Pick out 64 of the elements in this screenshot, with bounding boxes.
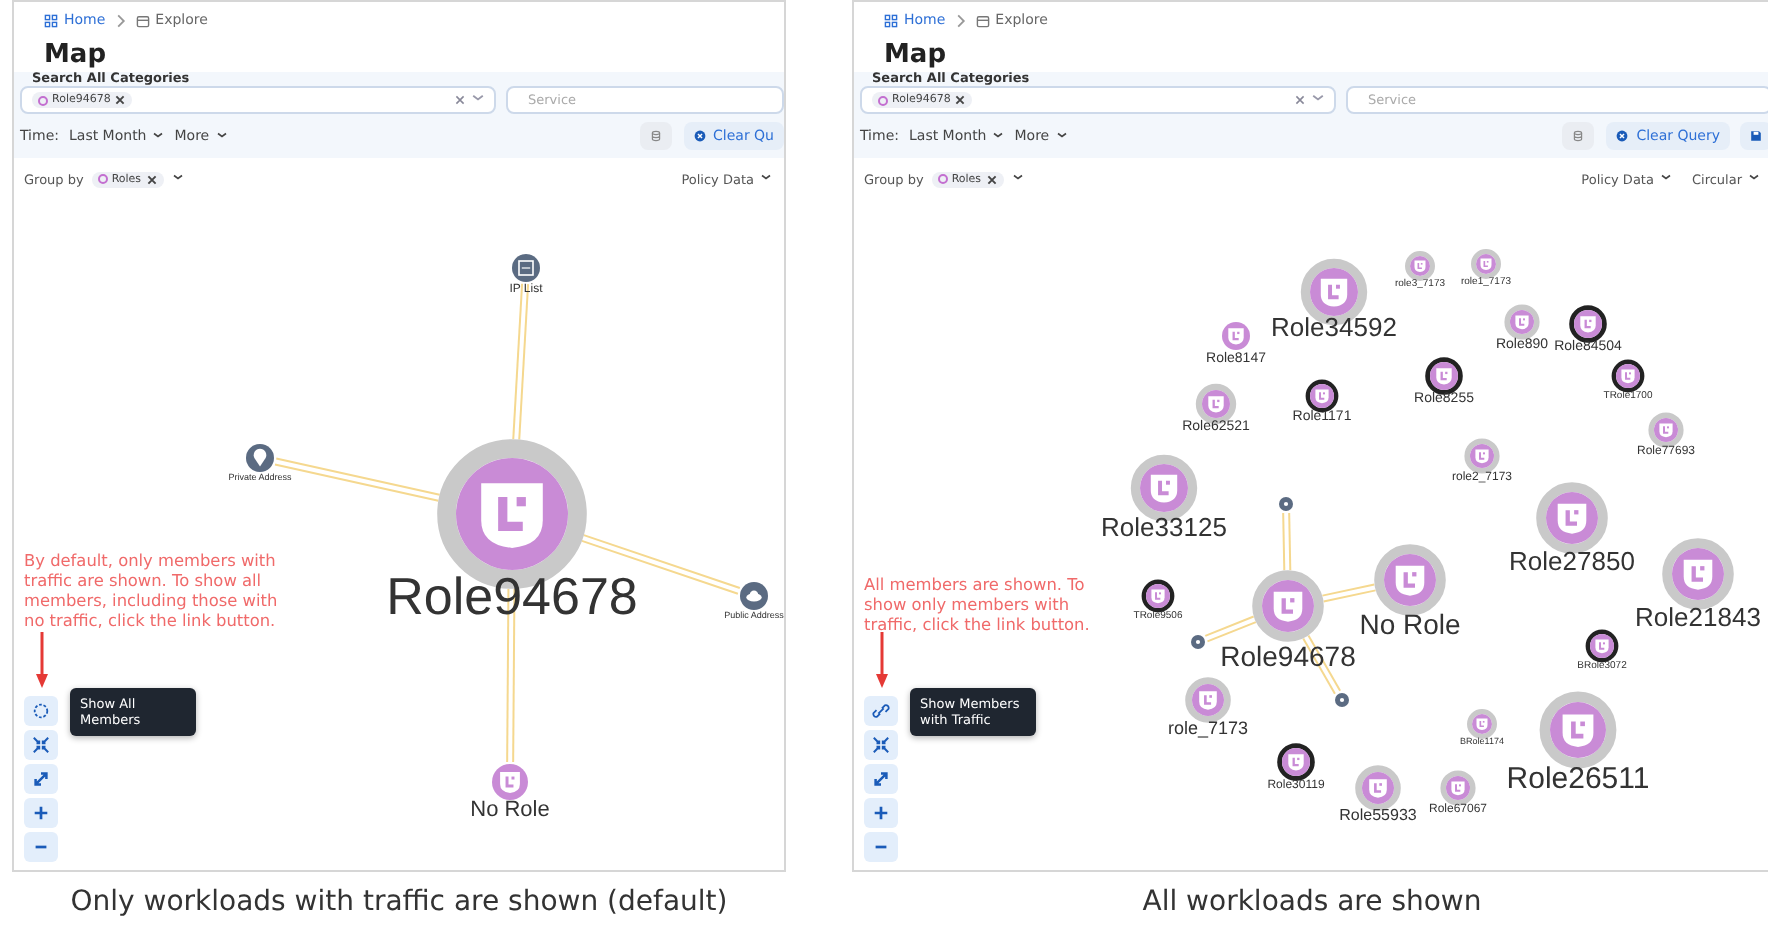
page-title: Map — [882, 39, 949, 72]
chevron-down-icon — [152, 131, 165, 142]
remove-icon — [114, 94, 127, 107]
show-all-button[interactable] — [24, 696, 58, 726]
chevron-right-icon — [953, 13, 968, 28]
chevron-down-icon — [1055, 131, 1068, 142]
caption: Only workloads with traffic are shown (default) — [70, 886, 728, 918]
node-label: Role27850 — [1509, 546, 1635, 576]
zoom-in-button[interactable] — [24, 798, 58, 828]
node-label: Role94678 — [386, 566, 638, 626]
chevron-down-icon — [215, 131, 228, 142]
pointer-arrow — [36, 632, 48, 688]
link-icon — [872, 702, 890, 720]
remove-icon — [985, 173, 998, 186]
chevron-down-icon — [760, 174, 772, 185]
grid-icon — [44, 13, 58, 28]
annotation-text: All members are shown. To show only members with traffic, click the link button. — [864, 574, 1092, 634]
dashed-circle-icon — [32, 702, 50, 720]
node-label: Role55933 — [1339, 806, 1417, 824]
node-label: Role94678 — [1220, 640, 1356, 672]
chevron-down-icon — [171, 174, 184, 185]
node-label: Role26511 — [1506, 762, 1650, 796]
node-label: Role21843 — [1635, 602, 1761, 632]
database-button[interactable] — [1562, 122, 1595, 151]
collapse-arrows-icon — [872, 736, 890, 754]
calendar-icon — [975, 13, 990, 28]
node-label: role_7173 — [1167, 718, 1249, 738]
node-label: No Role — [1359, 608, 1461, 640]
node-label: No Role — [470, 798, 550, 822]
calendar-icon — [135, 13, 150, 28]
database-button[interactable] — [639, 122, 672, 151]
expand-button[interactable] — [24, 764, 58, 794]
plus-icon — [872, 804, 890, 822]
grid-icon — [884, 13, 898, 28]
remove-icon — [145, 173, 158, 186]
zoom-in-button[interactable] — [864, 798, 898, 828]
caption: All workloads are shown — [1142, 886, 1482, 918]
fit-view-button[interactable] — [24, 730, 58, 760]
link-button[interactable] — [864, 696, 898, 726]
annotation-text: By default, only members with traffic are shown. To show all members, including those with no traffic, click the link button. — [24, 550, 280, 630]
clear-icon — [693, 130, 706, 143]
node-label: Role33125 — [1101, 512, 1227, 542]
database-icon — [1572, 130, 1585, 143]
chevron-down-icon — [1011, 174, 1024, 185]
expand-button[interactable] — [864, 764, 898, 794]
collapse-arrows-icon — [32, 736, 50, 754]
save-icon — [1750, 130, 1762, 143]
clear-icon — [1294, 94, 1306, 107]
chevron-down-icon — [992, 131, 1005, 142]
expand-icon — [872, 770, 890, 788]
clear-icon — [1616, 130, 1629, 143]
node-label: Role34592 — [1271, 312, 1397, 342]
plus-icon — [32, 804, 50, 822]
database-icon — [649, 130, 662, 143]
chevron-down-icon — [1659, 174, 1672, 185]
fit-view-button[interactable] — [864, 730, 898, 760]
page-title: Map — [42, 39, 109, 72]
expand-icon — [32, 770, 50, 788]
pointer-arrow — [876, 632, 888, 688]
remove-icon — [954, 94, 967, 107]
chevron-down-icon — [1748, 174, 1760, 185]
clear-icon — [454, 94, 466, 107]
chevron-right-icon — [113, 13, 128, 28]
save-button[interactable] — [1740, 122, 1768, 151]
